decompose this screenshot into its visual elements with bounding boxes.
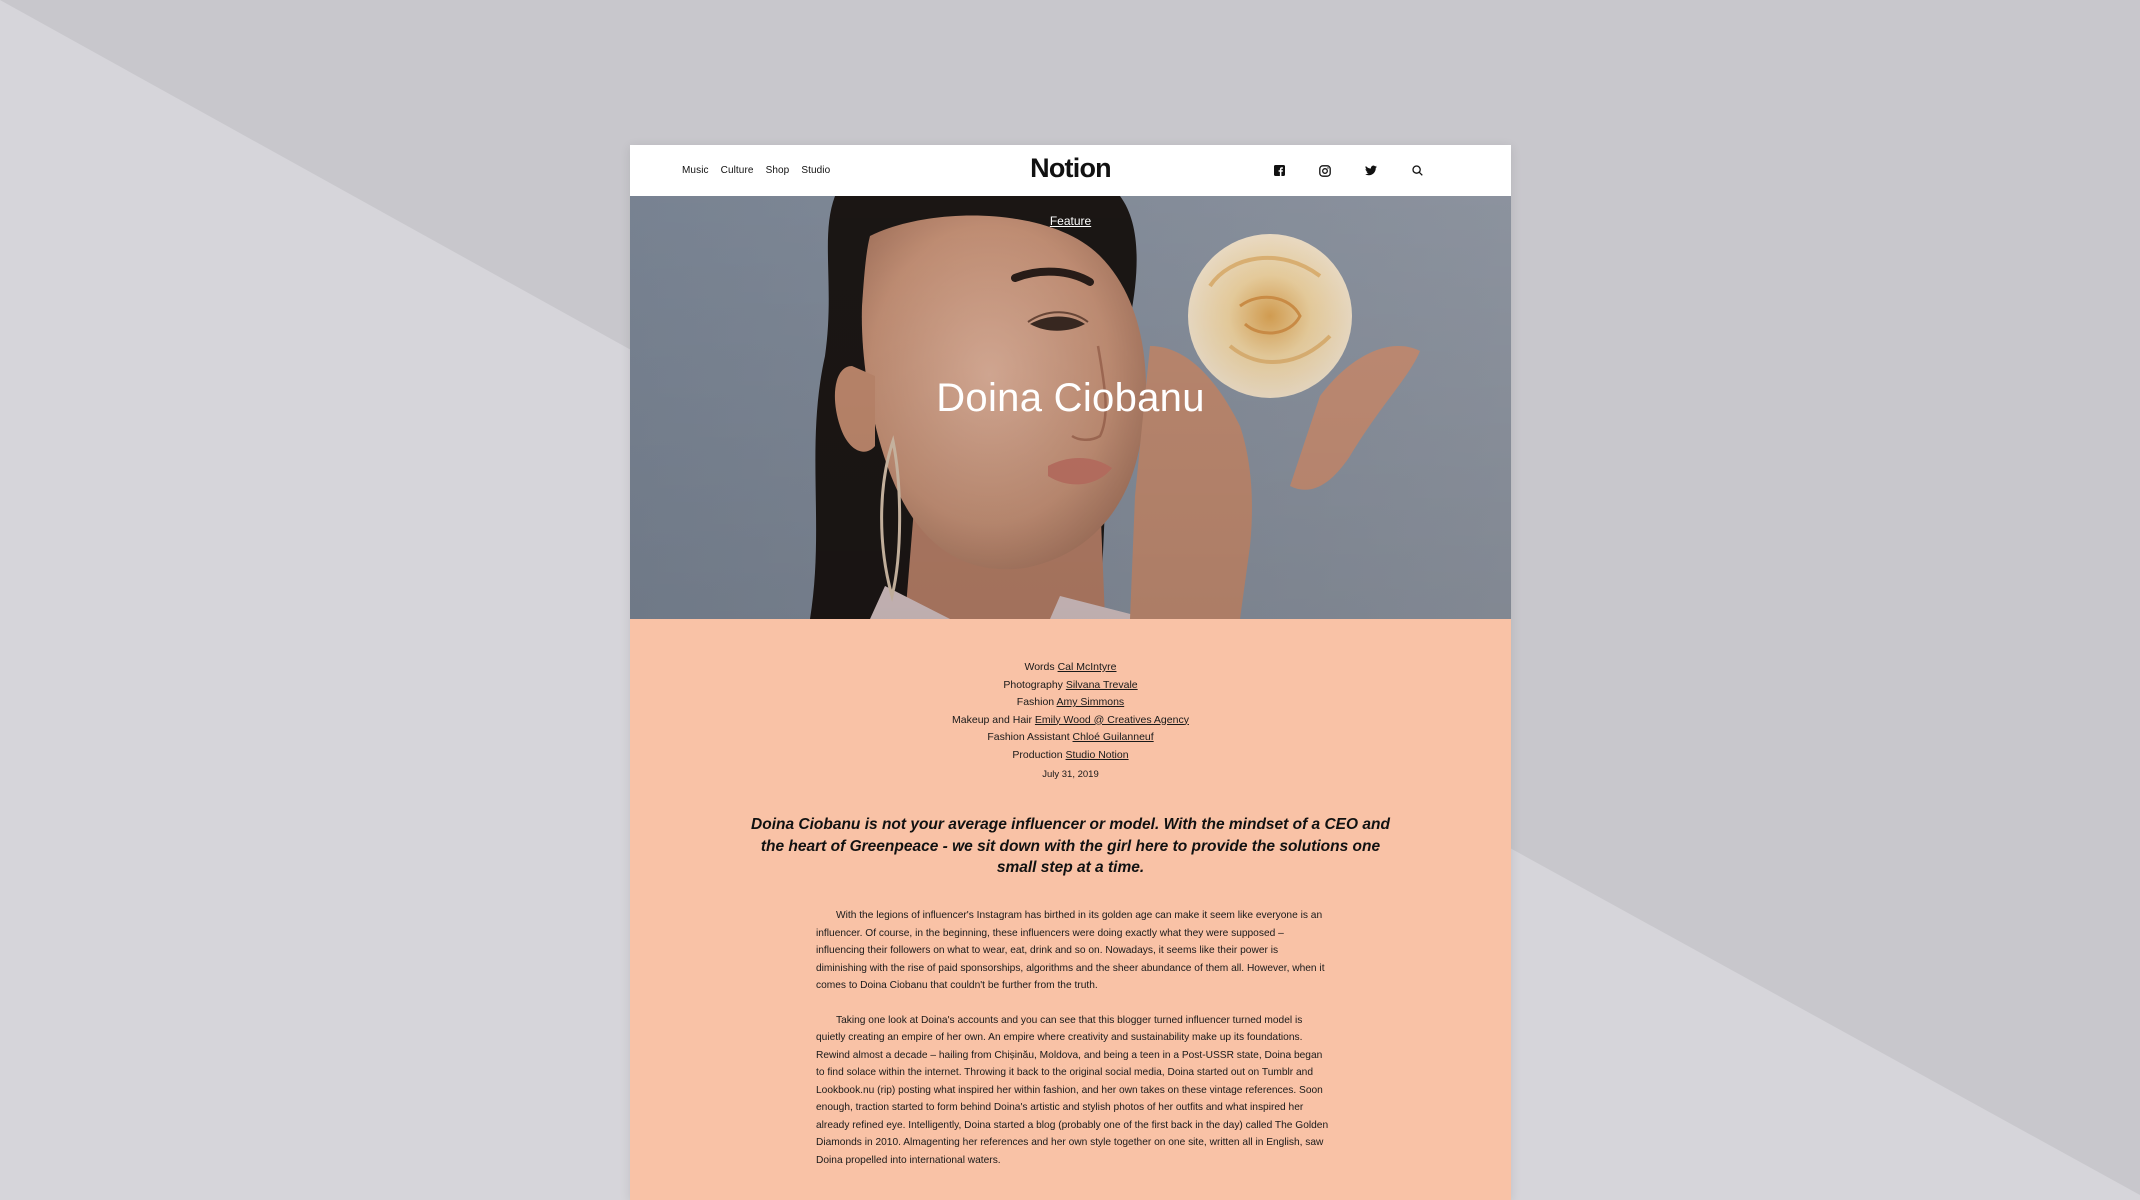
credit-role: Photography: [1003, 678, 1063, 691]
credit-row: Fashion Assistant Chloé Guilanneuf: [630, 729, 1511, 747]
credit-row: Fashion Amy Simmons: [630, 694, 1511, 712]
instagram-icon[interactable]: [1317, 163, 1333, 179]
credit-name-link[interactable]: Amy Simmons: [1057, 696, 1125, 708]
credit-role: Production: [1012, 748, 1063, 761]
article-lede: Doina Ciobanu is not your average influe…: [751, 816, 1390, 876]
article-page: Music Culture Shop Studio Notion Feature…: [630, 145, 1511, 1200]
credit-name-link[interactable]: Studio Notion: [1066, 749, 1129, 761]
article-category-link[interactable]: Feature: [630, 214, 1511, 228]
article-body: With the legions of influencer's Instagr…: [816, 907, 1331, 1186]
site-header: Music Culture Shop Studio Notion: [630, 145, 1511, 196]
body-paragraph: Taking one look at Doina's accounts and …: [816, 1014, 1329, 1166]
body-paragraph: With the legions of influencer's Instagr…: [816, 910, 1325, 991]
credit-name-link[interactable]: Emily Wood @ Creatives Agency: [1035, 714, 1189, 726]
credit-name-link[interactable]: Cal McIntyre: [1058, 661, 1117, 673]
social-links: [1271, 145, 1425, 196]
credit-name-link[interactable]: Chloé Guilanneuf: [1073, 731, 1154, 743]
publish-date: July 31, 2019: [1042, 769, 1099, 780]
credit-row: Production Studio Notion: [630, 747, 1511, 765]
credit-row: Photography Silvana Trevale: [630, 677, 1511, 695]
article-title: Doina Ciobanu: [936, 376, 1205, 420]
credit-role: Words: [1024, 661, 1055, 673]
backdrop: Music Culture Shop Studio Notion Feature…: [0, 0, 2140, 1200]
hero-image: Feature Doina Ciobanu: [630, 196, 1511, 619]
credit-role: Fashion: [1016, 696, 1055, 708]
twitter-icon[interactable]: [1363, 163, 1379, 179]
search-icon[interactable]: [1409, 163, 1425, 179]
credit-role: Makeup and Hair: [952, 713, 1032, 726]
article-credits: Words Cal McIntyre Photography Silvana T…: [630, 659, 1511, 780]
credit-row: Makeup and Hair Emily Wood @ Creatives A…: [630, 712, 1511, 730]
credit-role: Fashion Assistant: [987, 731, 1070, 743]
credit-row: Words Cal McIntyre: [630, 659, 1511, 677]
facebook-icon[interactable]: [1271, 163, 1287, 179]
credit-name-link[interactable]: Silvana Trevale: [1066, 679, 1138, 691]
